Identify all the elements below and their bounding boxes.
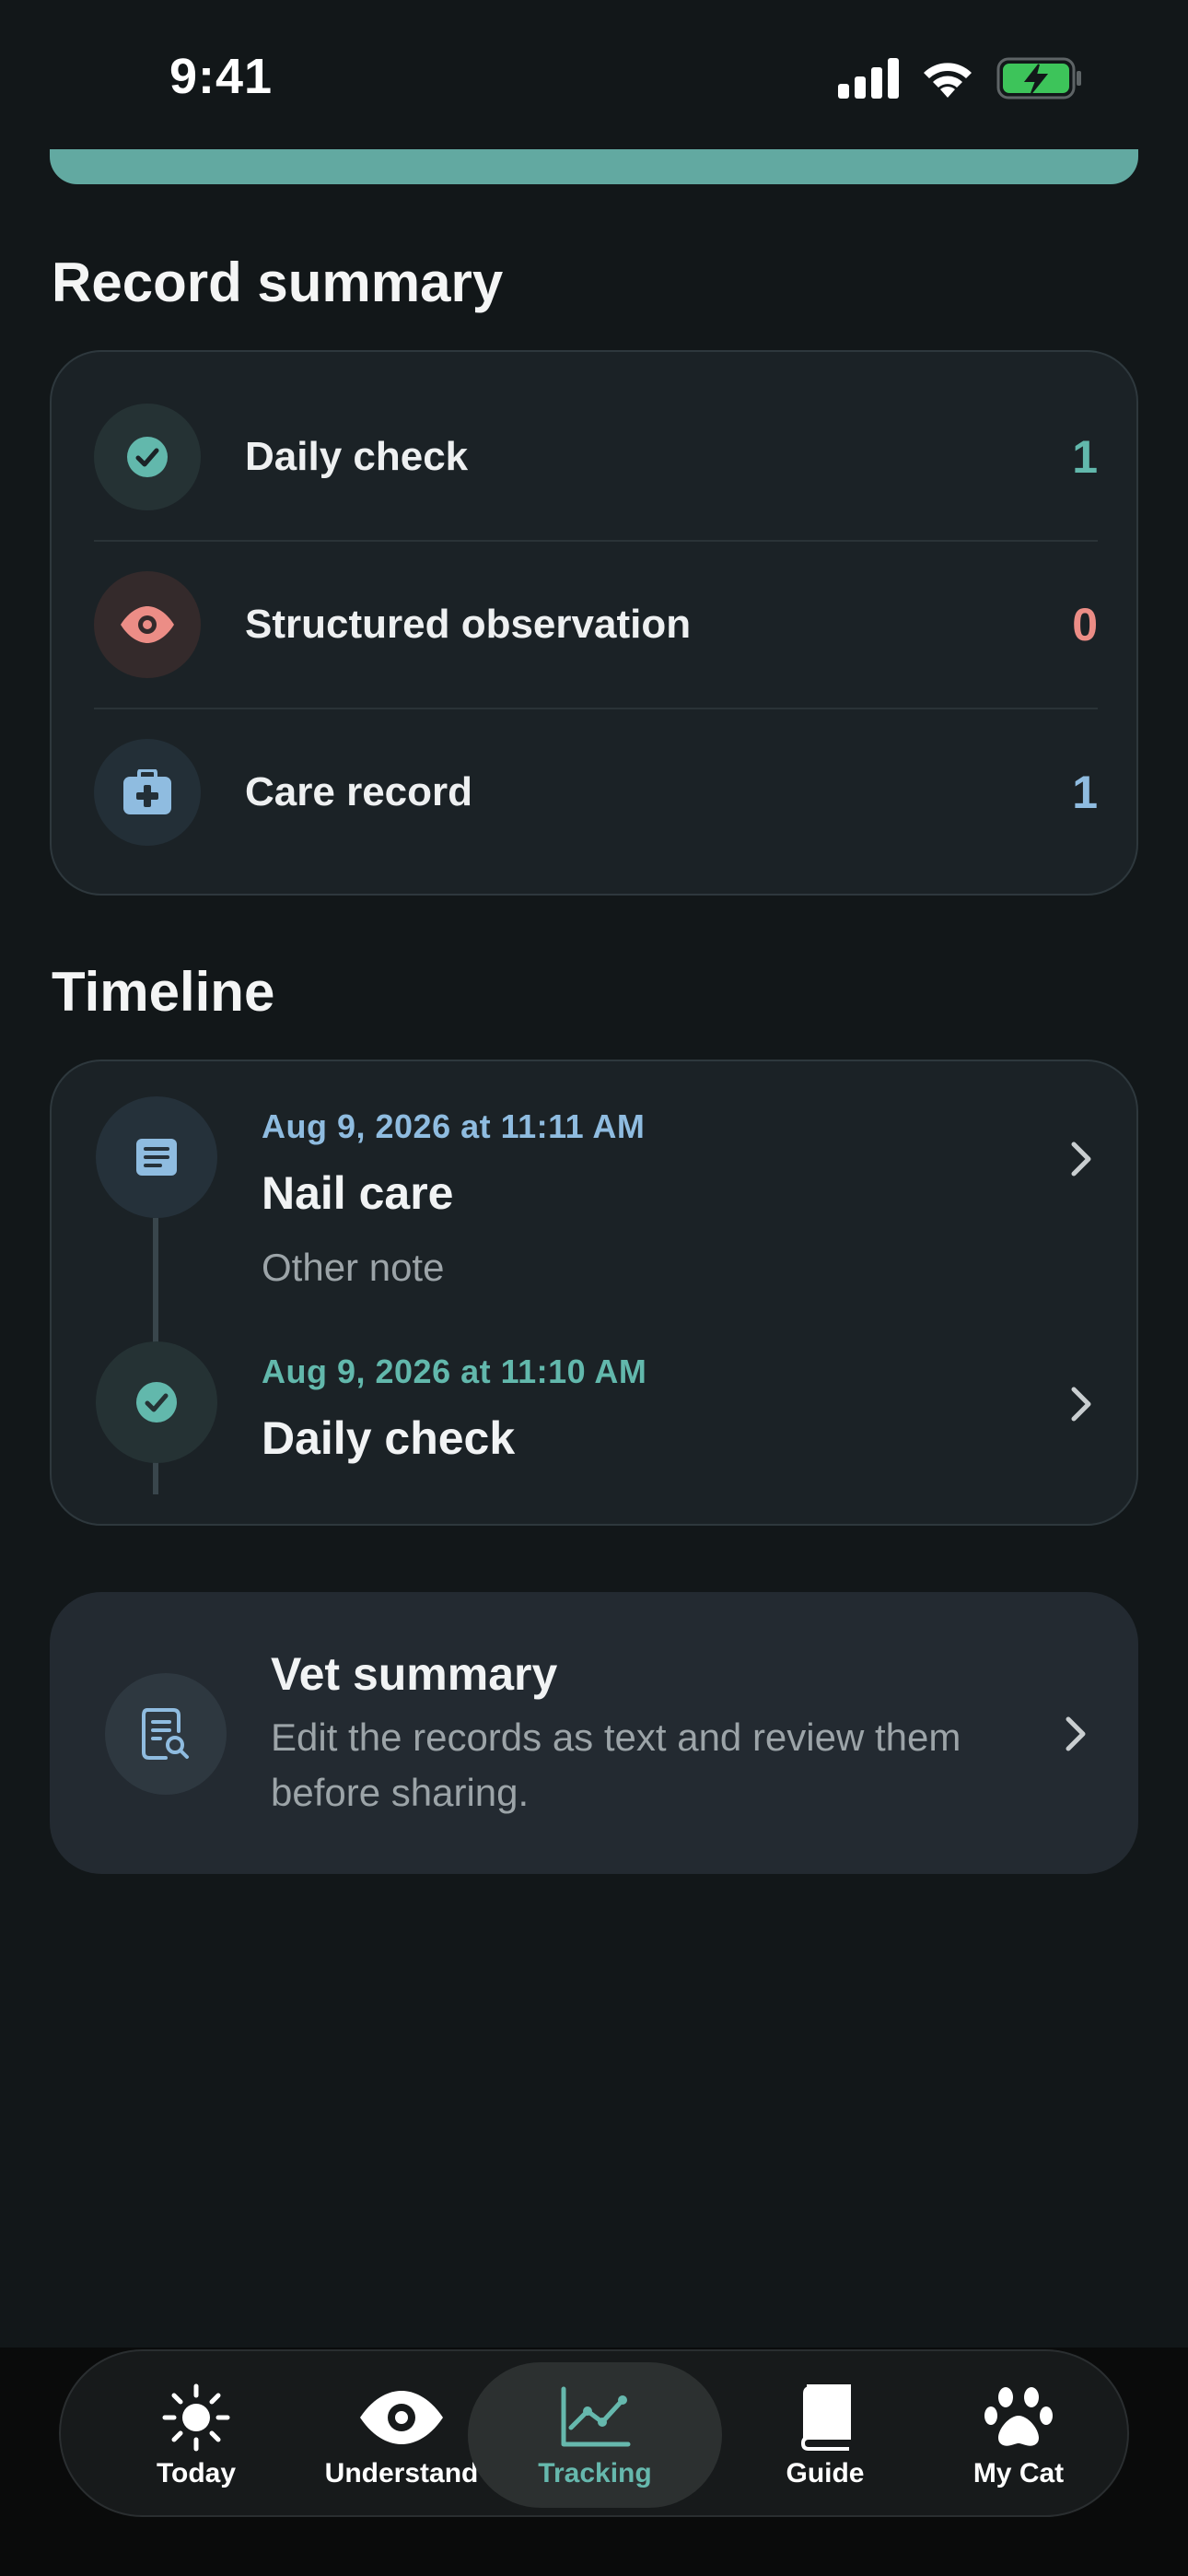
summary-row-count: 1 (1072, 431, 1098, 483)
paw-icon (984, 2381, 1054, 2454)
timeline-entry-note: Other note (262, 1246, 445, 1289)
tab-label: Today (156, 2458, 237, 2488)
summary-row-structured-observation[interactable]: Structured observation 0 (94, 542, 1098, 708)
tab-label: Understand (324, 2458, 479, 2488)
eye-icon (94, 571, 201, 678)
tab-label: My Cat (973, 2458, 1065, 2488)
book-icon (798, 2381, 853, 2454)
medical-kit-icon (94, 739, 201, 846)
record-summary-title: Record summary (52, 252, 504, 313)
summary-row-count: 1 (1072, 767, 1098, 818)
tab-label: Tracking (538, 2458, 652, 2488)
tab-guide[interactable]: Guide (742, 2362, 908, 2508)
timeline-entry-title: Nail care (262, 1167, 454, 1219)
wifi-icon (924, 63, 972, 98)
record-summary-card: Daily check 1 Structured observation 0 C… (50, 350, 1138, 896)
tab-today[interactable]: Today (109, 2362, 284, 2508)
timeline-card: Aug 9, 2026 at 11:11 AM Nail care Other … (50, 1060, 1138, 1526)
note-icon (96, 1096, 217, 1218)
battery-charging-icon (996, 57, 1081, 100)
summary-row-label: Daily check (245, 434, 469, 479)
tab-tracking[interactable]: Tracking (468, 2362, 722, 2508)
chevron-right-icon (1071, 1142, 1091, 1177)
signal-icon (838, 58, 899, 99)
vet-summary-card[interactable]: Vet summary Edit the records as text and… (50, 1592, 1138, 1874)
timeline-entry-date: Aug 9, 2026 at 11:10 AM (262, 1352, 647, 1390)
eye-icon (358, 2381, 445, 2454)
summary-row-count: 0 (1072, 599, 1098, 650)
checkmark-circle-icon (94, 404, 201, 510)
status-time: 9:41 (169, 49, 274, 104)
progress-accent-bar (50, 149, 1138, 184)
vet-summary-description: Edit the records as text and review them… (271, 1715, 961, 1814)
chevron-right-icon (1066, 1716, 1086, 1751)
chevron-right-icon (1071, 1387, 1091, 1422)
tab-bar: Today Understand Tracking Guide My Cat (59, 2349, 1129, 2517)
tab-understand[interactable]: Understand (309, 2362, 494, 2508)
timeline-title: Timeline (52, 961, 275, 1023)
document-search-icon (105, 1673, 227, 1795)
tab-my-cat[interactable]: My Cat (936, 2362, 1101, 2508)
summary-row-label: Structured observation (245, 602, 692, 647)
tab-label: Guide (786, 2458, 865, 2488)
chart-line-icon (558, 2381, 632, 2454)
timeline-entry-date: Aug 9, 2026 at 11:11 AM (262, 1107, 646, 1145)
checkmark-circle-icon (96, 1341, 217, 1463)
summary-row-care-record[interactable]: Care record 1 (94, 709, 1098, 875)
vet-summary-title: Vet summary (271, 1648, 558, 1700)
status-bar: 9:41 (0, 0, 1188, 157)
summary-row-label: Care record (245, 769, 473, 814)
status-icons (838, 57, 1083, 100)
timeline-entry-title: Daily check (262, 1412, 516, 1464)
summary-row-daily-check[interactable]: Daily check 1 (94, 374, 1098, 540)
sun-icon (161, 2381, 231, 2454)
